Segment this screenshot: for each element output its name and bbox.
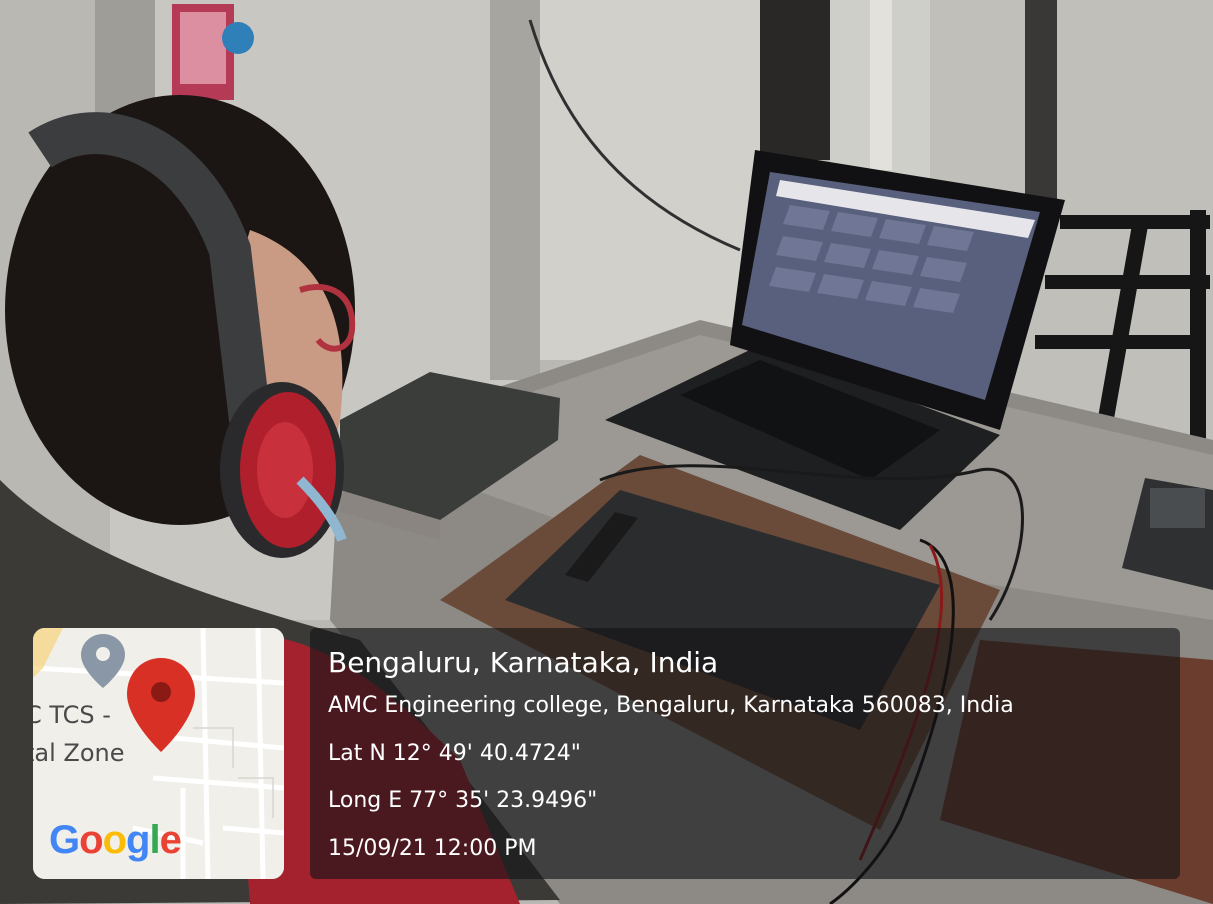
location-info-panel: Bengaluru, Karnataka, India AMC Engineer… bbox=[310, 628, 1180, 879]
google-logo-letter: e bbox=[159, 818, 182, 862]
google-logo-letter: G bbox=[49, 818, 80, 862]
latitude: Lat N 12° 49' 40.4724" bbox=[328, 741, 581, 766]
map-place-label: C TCS - bbox=[33, 701, 111, 729]
google-logo-letter: l bbox=[149, 818, 160, 862]
location-address: AMC Engineering college, Bengaluru, Karn… bbox=[328, 693, 1014, 718]
google-logo-letter: o bbox=[102, 818, 127, 862]
google-logo-letter: o bbox=[79, 818, 103, 862]
map-place-label: tal Zone bbox=[33, 739, 125, 767]
google-logo: Google bbox=[49, 818, 182, 863]
timestamp: 15/09/21 12:00 PM bbox=[328, 836, 537, 861]
map-thumbnail[interactable]: C TCS - tal Zone Google bbox=[33, 628, 284, 879]
longitude: Long E 77° 35' 23.9496" bbox=[328, 788, 598, 813]
geotagged-photo: C TCS - tal Zone Google Bengaluru, Karna… bbox=[0, 0, 1213, 904]
location-city: Bengaluru, Karnataka, India bbox=[328, 646, 719, 679]
google-logo-letter: g bbox=[126, 818, 150, 862]
